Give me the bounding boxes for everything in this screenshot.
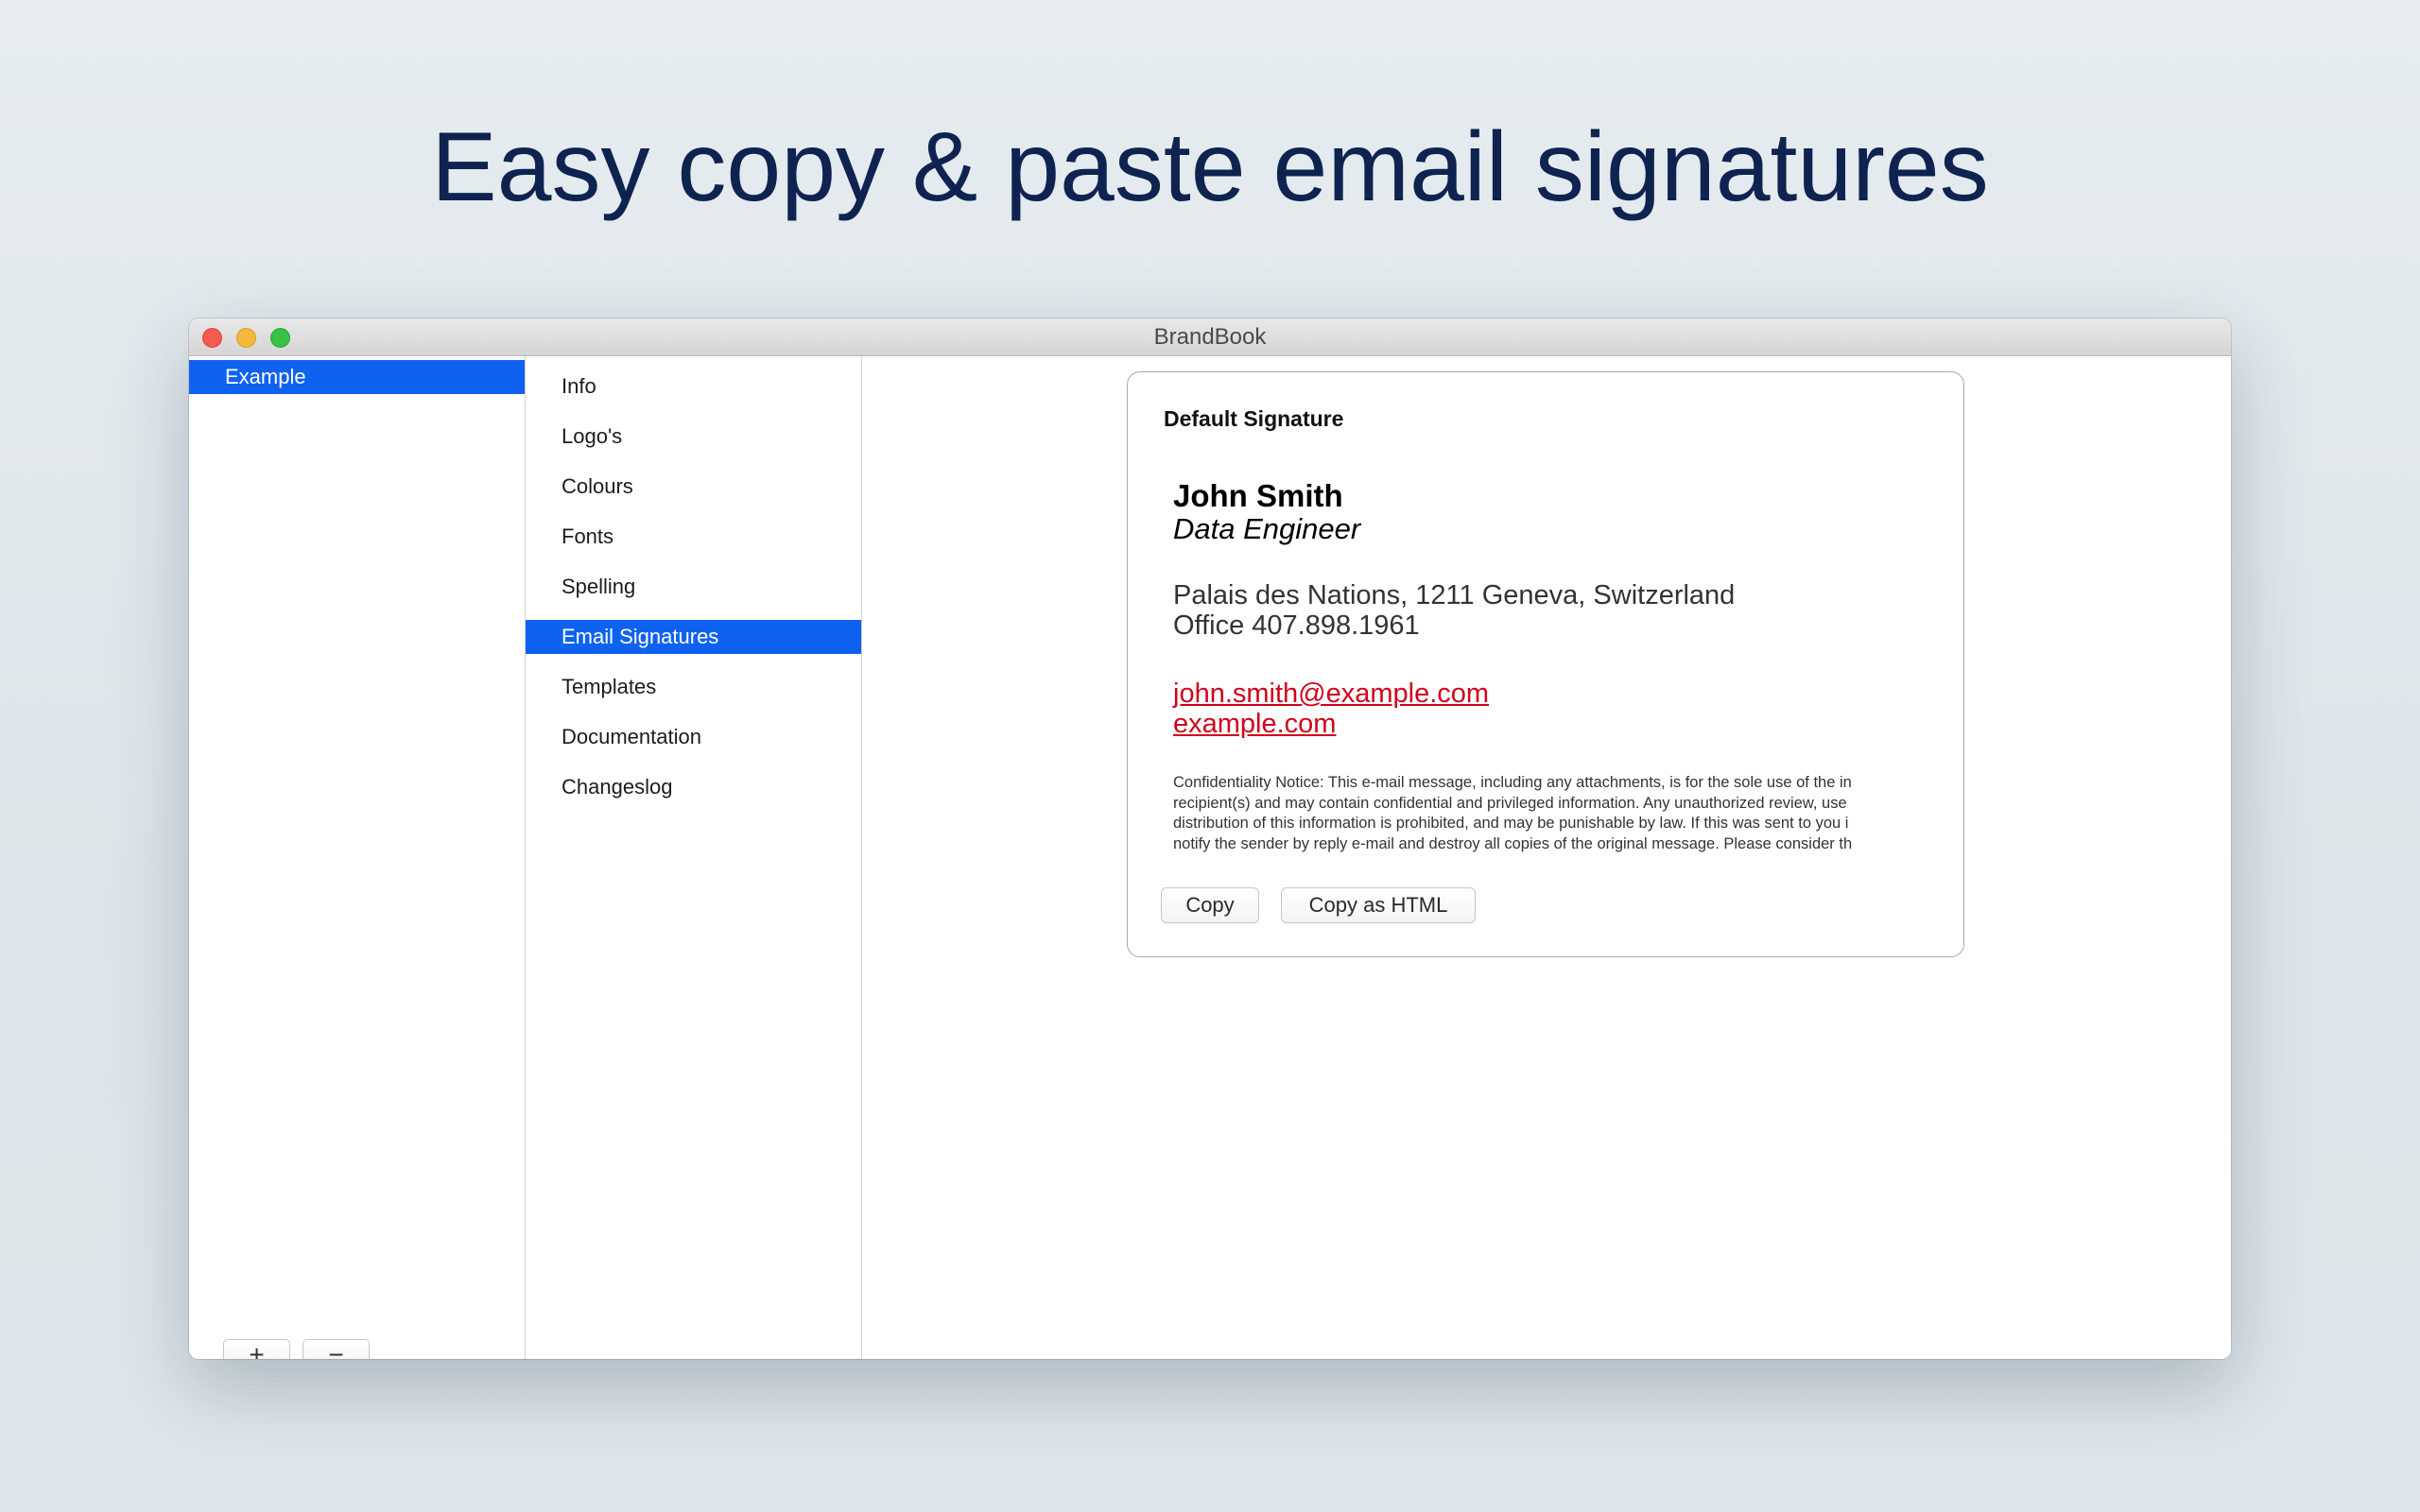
signature-website-link[interactable]: example.com — [1173, 709, 1336, 740]
notice-line: notify the sender by reply e-mail and de… — [1173, 834, 1853, 852]
section-item-label: Colours — [562, 474, 633, 498]
section-item-spelling[interactable]: Spelling — [526, 570, 861, 604]
signature-email-link[interactable]: john.smith@example.com — [1173, 679, 1489, 710]
confidentiality-notice: Confidentiality Notice: This e-mail mess… — [1173, 773, 1897, 854]
detail-pane: Default Signature John Smith Data Engine… — [862, 356, 2231, 1359]
section-item-label: Documentation — [562, 725, 701, 748]
section-item-email-signatures[interactable]: Email Signatures — [526, 620, 861, 654]
window-title: BrandBook — [1153, 324, 1267, 350]
brand-list: Example + − — [189, 356, 526, 1359]
section-item-label: Templates — [562, 675, 657, 698]
section-item-logos[interactable]: Logo's — [526, 420, 861, 454]
title-bar[interactable]: BrandBook — [189, 318, 2231, 356]
section-item-label: Fonts — [562, 524, 614, 548]
section-item-label: Email Signatures — [562, 625, 719, 648]
signature-card-title: Default Signature — [1164, 406, 1344, 431]
notice-line: distribution of this information is proh… — [1173, 815, 1849, 832]
notice-line: Confidentiality Notice: This e-mail mess… — [1173, 774, 1852, 791]
section-item-label: Info — [562, 374, 596, 398]
signature-address: Palais des Nations, 1211 Geneva, Switzer… — [1173, 580, 1736, 610]
section-item-label: Logo's — [562, 424, 623, 448]
section-item-label: Changeslog — [562, 775, 673, 799]
notice-line: recipient(s) and may contain confidentia… — [1173, 794, 1847, 812]
add-brand-button[interactable]: + — [223, 1339, 290, 1359]
signature-phone: Office 407.898.1961 — [1173, 610, 1420, 641]
section-item-fonts[interactable]: Fonts — [526, 520, 861, 554]
copy-as-html-button[interactable]: Copy as HTML — [1281, 887, 1476, 923]
signature-name: John Smith — [1173, 478, 1343, 513]
signature-card: Default Signature John Smith Data Engine… — [1127, 371, 1964, 957]
copy-button[interactable]: Copy — [1161, 887, 1259, 923]
section-item-colours[interactable]: Colours — [526, 470, 861, 504]
remove-brand-button[interactable]: − — [302, 1339, 370, 1359]
signature-role: Data Engineer — [1173, 512, 1361, 545]
brand-item-label: Example — [225, 365, 306, 388]
headline: Easy copy & paste email signatures — [431, 112, 1989, 222]
section-item-label: Spelling — [562, 575, 636, 598]
section-item-info[interactable]: Info — [526, 369, 861, 404]
app-window: BrandBook Example + − Info Logo's Colour… — [189, 318, 2231, 1359]
section-list: Info Logo's Colours Fonts Spelling Email… — [526, 356, 862, 1359]
section-item-documentation[interactable]: Documentation — [526, 720, 861, 754]
section-item-changeslog[interactable]: Changeslog — [526, 770, 861, 804]
brand-item-example[interactable]: Example — [189, 360, 525, 394]
section-item-templates[interactable]: Templates — [526, 670, 861, 704]
